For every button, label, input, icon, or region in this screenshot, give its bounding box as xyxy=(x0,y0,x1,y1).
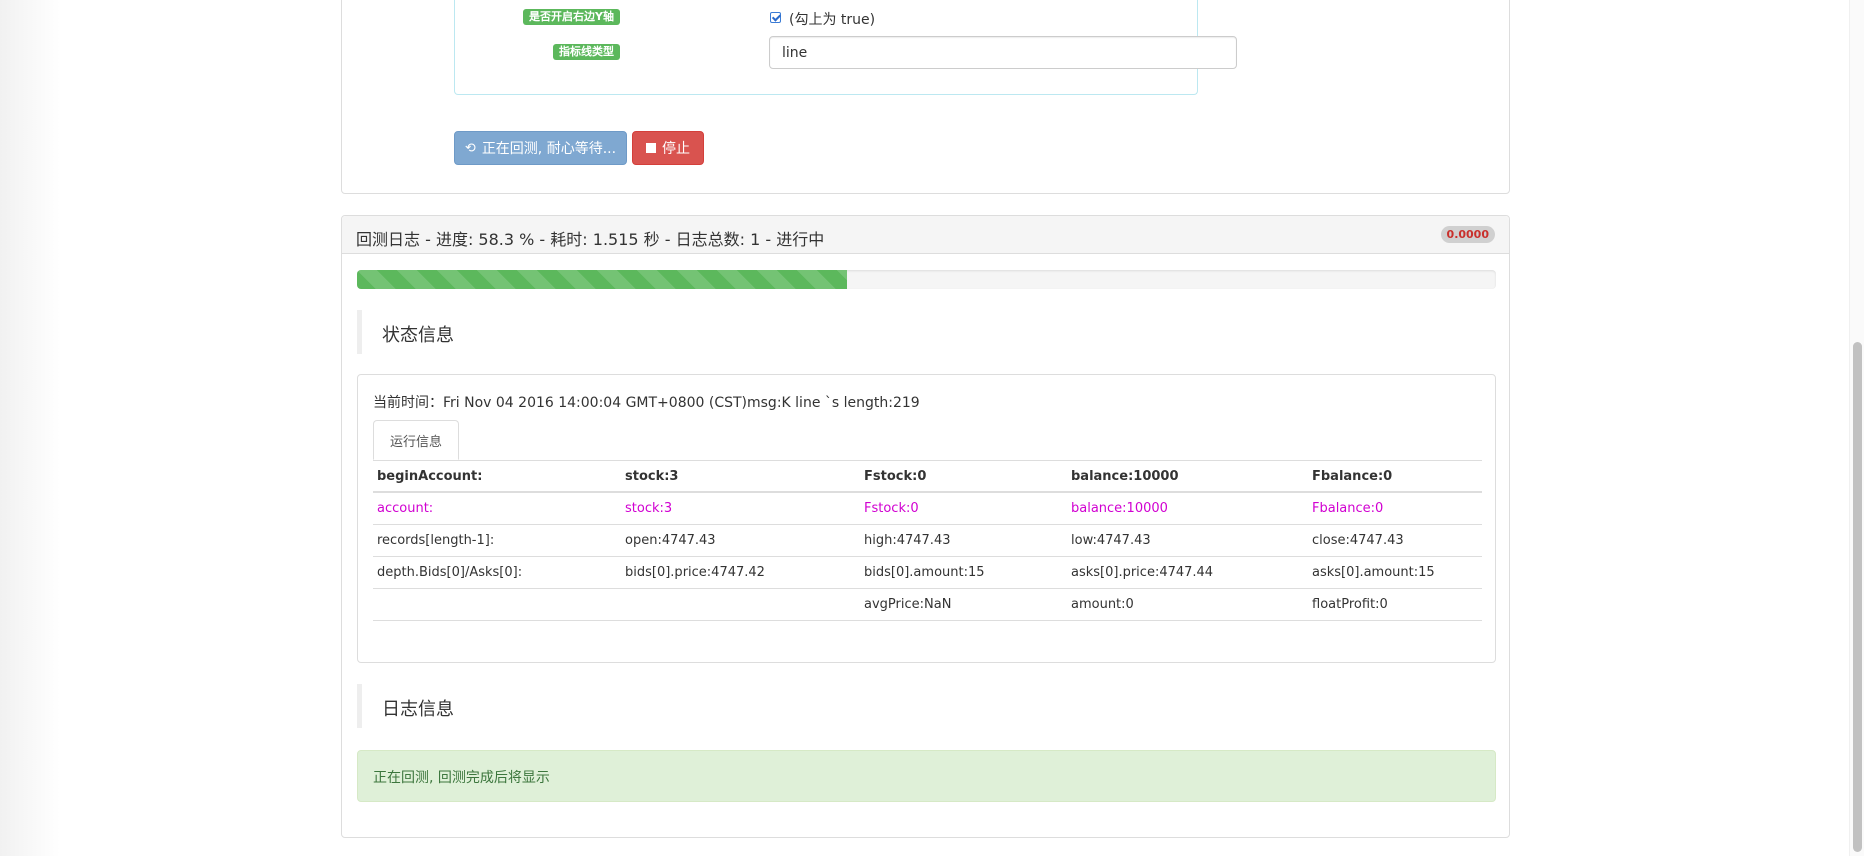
table-cell xyxy=(373,588,621,621)
indicator-type-label: 指标线类型 xyxy=(553,44,620,60)
table-row: account: stock:3 Fstock:0 balance:10000 … xyxy=(373,491,1482,525)
table-header-cell: balance:10000 xyxy=(1067,461,1308,493)
table-cell: Fstock:0 xyxy=(860,491,1067,525)
page-left-shade xyxy=(0,0,60,856)
page-scrollbar[interactable] xyxy=(1849,0,1864,856)
table-cell: asks[0].price:4747.44 xyxy=(1067,556,1308,589)
table-cell: open:4747.43 xyxy=(621,524,860,557)
table-header-cell: Fstock:0 xyxy=(860,461,1067,493)
table-header-cell: Fbalance:0 xyxy=(1308,461,1482,493)
right-yaxis-label: 是否开启右边Y轴 xyxy=(523,9,620,25)
backtest-notice-text: 正在回测, 回测完成后将显示 xyxy=(373,770,550,786)
config-panel: 是否开启右边Y轴 (勾上为 true) 指标线类型 ⟲ 正在回测, 耐心等待..… xyxy=(341,0,1510,194)
status-box: 当前时间：Fri Nov 04 2016 14:00:04 GMT+0800 (… xyxy=(357,374,1496,663)
stop-label: 停止 xyxy=(662,141,690,157)
table-cell: records[length-1]: xyxy=(373,524,621,557)
table-cell: low:4747.43 xyxy=(1067,524,1308,557)
table-cell: floatProfit:0 xyxy=(1308,588,1482,621)
table-cell: depth.Bids[0]/Asks[0]: xyxy=(373,556,621,589)
scrollbar-thumb[interactable] xyxy=(1853,342,1862,852)
table-cell: Fbalance:0 xyxy=(1308,491,1482,525)
log-panel-heading: 回测日志 - 进度: 58.3 % - 耗时: 1.515 秒 - 日志总数: … xyxy=(342,216,1509,254)
backtest-log-panel: 回测日志 - 进度: 58.3 % - 耗时: 1.515 秒 - 日志总数: … xyxy=(341,215,1510,838)
table-row: depth.Bids[0]/Asks[0]: bids[0].price:474… xyxy=(373,556,1482,589)
table-row: avgPrice:NaN amount:0 floatProfit:0 xyxy=(373,588,1482,621)
backtest-running-label: 正在回测, 耐心等待... xyxy=(481,141,617,157)
status-section-header: 状态信息 xyxy=(357,310,1496,354)
table-header-row: beginAccount: stock:3 Fstock:0 balance:1… xyxy=(373,461,1482,493)
table-cell: stock:3 xyxy=(621,491,860,525)
table-cell: bids[0].amount:15 xyxy=(860,556,1067,589)
table-cell: asks[0].amount:15 xyxy=(1308,556,1482,589)
right-yaxis-check-text: (勾上为 true) xyxy=(789,12,876,28)
log-title: 回测日志 - 进度: 58.3 % - 耗时: 1.515 秒 - 日志总数: … xyxy=(356,230,825,249)
tab-run-info[interactable]: 运行信息 xyxy=(373,420,460,460)
run-info-table: beginAccount: stock:3 Fstock:0 balance:1… xyxy=(373,461,1482,621)
table-cell: balance:10000 xyxy=(1067,491,1308,525)
log-section-header: 日志信息 xyxy=(357,684,1496,728)
table-cell: high:4747.43 xyxy=(860,524,1067,557)
profit-badge: 0.0000 xyxy=(1440,226,1495,243)
table-header-cell: stock:3 xyxy=(621,461,860,493)
stop-icon xyxy=(646,143,656,153)
right-yaxis-checkbox[interactable] xyxy=(770,12,781,23)
table-cell: bids[0].price:4747.42 xyxy=(621,556,860,589)
table-row: records[length-1]: open:4747.43 high:474… xyxy=(373,524,1482,557)
table-cell: account: xyxy=(373,491,621,525)
log-section-title: 日志信息 xyxy=(382,699,454,720)
refresh-icon: ⟲ xyxy=(464,140,476,156)
backtest-progress xyxy=(357,270,1496,289)
table-cell: avgPrice:NaN xyxy=(860,588,1067,621)
stop-button[interactable]: 停止 xyxy=(632,131,704,165)
indicator-type-input[interactable] xyxy=(769,36,1237,69)
current-time-text: 当前时间：Fri Nov 04 2016 14:00:04 GMT+0800 (… xyxy=(373,395,920,411)
table-header-cell: beginAccount: xyxy=(373,461,621,493)
backtest-progress-bar xyxy=(357,270,847,289)
backtest-running-button[interactable]: ⟲ 正在回测, 耐心等待... xyxy=(454,131,627,165)
table-cell xyxy=(621,588,860,621)
chart-options-box: 是否开启右边Y轴 (勾上为 true) 指标线类型 xyxy=(454,0,1237,95)
table-cell: close:4747.43 xyxy=(1308,524,1482,557)
status-section-title: 状态信息 xyxy=(382,325,454,346)
status-tab-bar: 运行信息 xyxy=(373,420,1482,461)
tab-run-info-label: 运行信息 xyxy=(390,434,443,450)
table-cell: amount:0 xyxy=(1067,588,1308,621)
backtest-notice: 正在回测, 回测完成后将显示 xyxy=(357,750,1496,802)
